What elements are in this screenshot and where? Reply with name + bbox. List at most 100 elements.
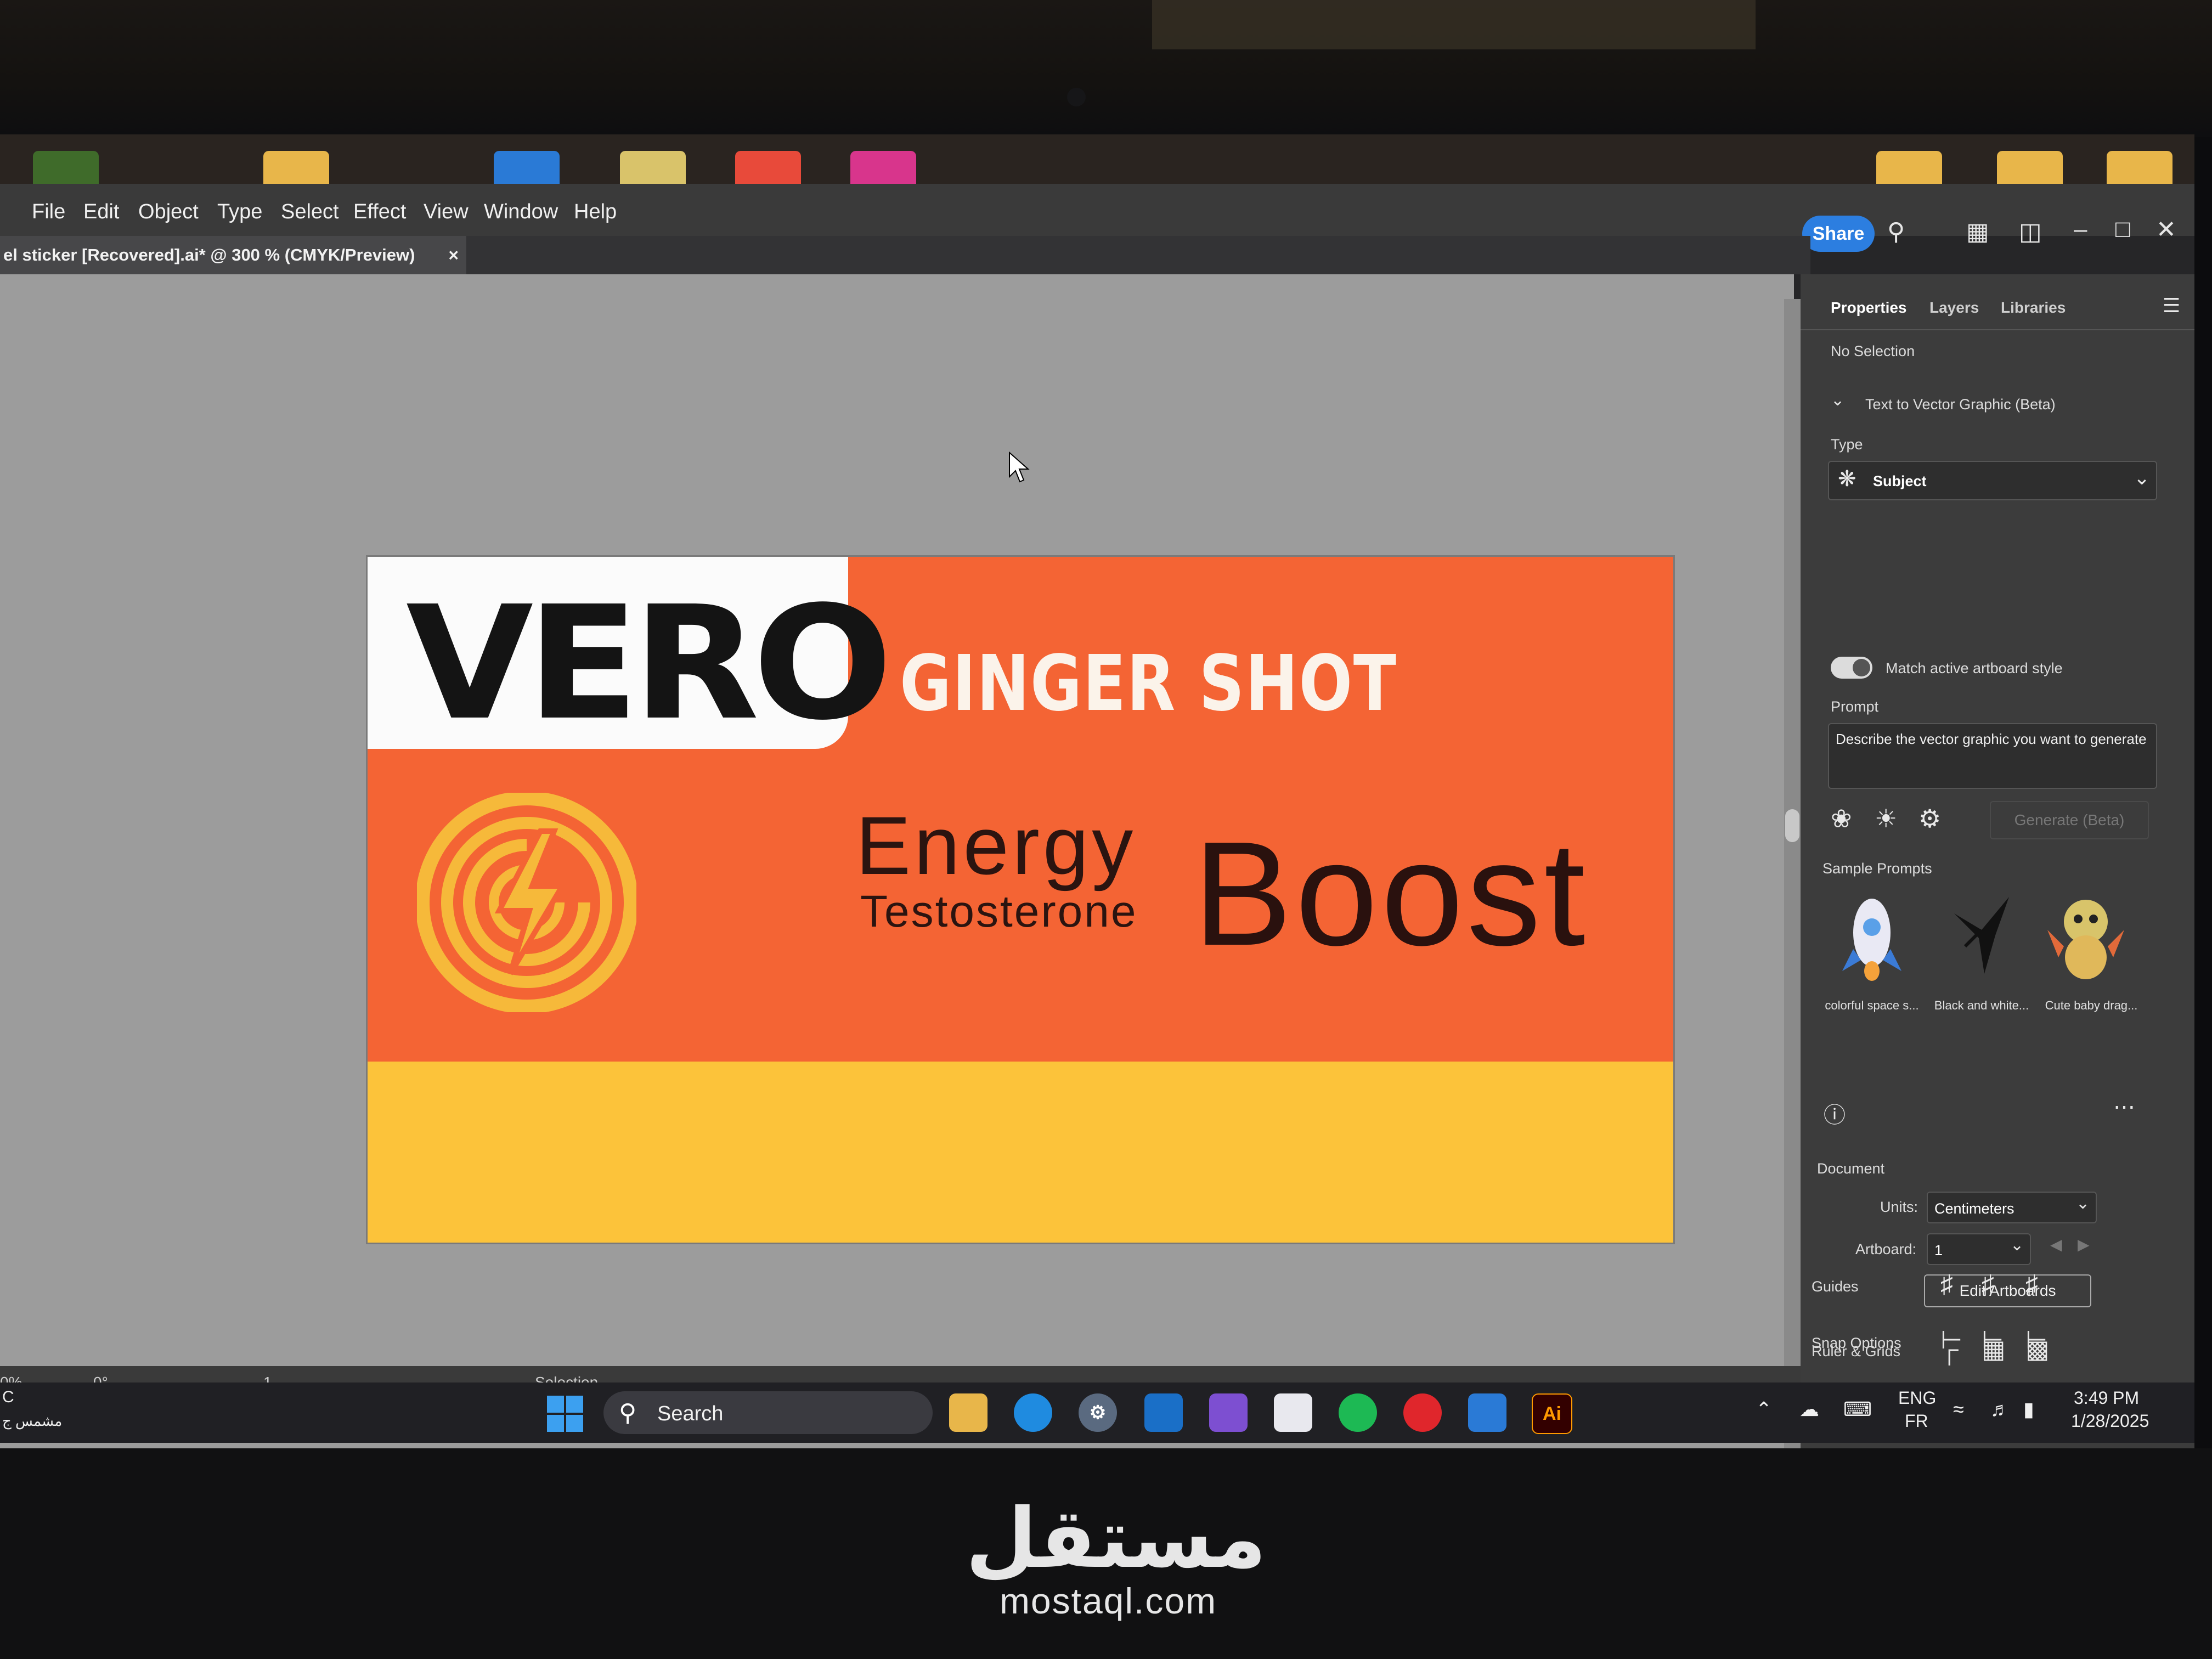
brand-logo: VERO [406, 572, 893, 755]
snap-point-icon[interactable]: ⊢ [1940, 1325, 1962, 1355]
language-top[interactable]: ENG [1898, 1388, 1936, 1408]
scrollbar-thumb[interactable] [1785, 809, 1799, 842]
vscode-icon[interactable] [1468, 1393, 1506, 1432]
search-icon[interactable]: ⚲ [1887, 218, 1905, 246]
chevron-down-icon[interactable]: ⌄ [1831, 391, 1844, 410]
previous-artboard-icon[interactable]: ◀ [2050, 1235, 2062, 1254]
maximize-icon[interactable]: □ [2115, 216, 2130, 243]
snap-pixel-icon[interactable]: ⊢ [2025, 1325, 2047, 1355]
sample-caption[interactable]: Cute baby drag... [2042, 998, 2141, 1013]
clock-date[interactable]: 1/28/2025 [2071, 1411, 2149, 1431]
menu-select[interactable]: Select [281, 200, 339, 224]
weather-text[interactable]: مشمس ج [2, 1413, 62, 1430]
chevron-down-icon: ⌄ [2134, 466, 2151, 489]
bird-sample-icon[interactable] [1943, 891, 2020, 979]
settings-icon[interactable]: ⚙ [1079, 1393, 1117, 1432]
lightning-emblem-icon [417, 793, 636, 1012]
close-tab-icon[interactable]: × [448, 236, 459, 274]
menu-type[interactable]: Type [217, 200, 262, 224]
close-window-icon[interactable]: ✕ [2156, 216, 2176, 244]
tab-libraries[interactable]: Libraries [2001, 299, 2066, 317]
properties-panel: Properties Layers Libraries ☰ No Selecti… [1801, 274, 2194, 1399]
taskbar-search[interactable]: ⚲ Search [603, 1391, 933, 1434]
menu-effect[interactable]: Effect [353, 200, 406, 224]
dragon-sample-icon[interactable] [2047, 891, 2124, 985]
background-wall [1152, 0, 1756, 49]
artboard-select[interactable]: 1 ⌄ [1927, 1233, 2031, 1265]
file-explorer-icon[interactable] [949, 1393, 988, 1432]
wifi-icon[interactable]: ≈ [1953, 1398, 1964, 1421]
share-button[interactable]: Share [1802, 216, 1875, 252]
menu-file[interactable]: File [32, 200, 65, 224]
effects-icon[interactable]: ☀ [1875, 804, 1897, 833]
style-picker-icon[interactable]: ❀ [1831, 804, 1852, 833]
panel-menu-icon[interactable]: ☰ [2163, 294, 2180, 317]
monitor-bezel-top [0, 0, 2212, 137]
prompt-placeholder: Describe the vector graphic you want to … [1836, 731, 2147, 747]
language-bottom[interactable]: FR [1905, 1411, 1928, 1431]
menu-object[interactable]: Object [138, 200, 199, 224]
section-title[interactable]: Text to Vector Graphic (Beta) [1865, 396, 2056, 413]
match-style-label: Match active artboard style [1886, 660, 2063, 676]
generate-button-label: Generate (Beta) [2014, 811, 2125, 828]
windows-start-icon[interactable] [546, 1395, 584, 1433]
sample-caption[interactable]: Black and white... [1932, 998, 2031, 1013]
chevron-down-icon: ⌄ [2010, 1236, 2024, 1254]
info-icon[interactable]: ⓘ [1824, 1097, 1846, 1129]
document-tab[interactable]: el sticker [Recovered].ai* @ 300 % (CMYK… [0, 236, 466, 274]
lock-guides-icon[interactable]: ♯ [1982, 1269, 1994, 1299]
watermark-latin: mostaql.com [999, 1581, 1217, 1621]
units-label: Units: [1880, 1199, 1918, 1215]
product-headline: GINGER SHOT [900, 639, 1397, 729]
tab-layers[interactable]: Layers [1929, 299, 1979, 317]
weather-temp[interactable]: C [2, 1388, 14, 1407]
more-options-icon[interactable]: ⋯ [2113, 1094, 2135, 1120]
vertical-scrollbar[interactable] [1784, 299, 1801, 1451]
onedrive-icon[interactable]: ☁ [1799, 1398, 1819, 1421]
menu-window[interactable]: Window [484, 200, 558, 224]
prompt-label: Prompt [1831, 698, 1879, 715]
tab-properties[interactable]: Properties [1831, 299, 1907, 317]
screen: File Edit Object Type Select Effect View… [0, 134, 2194, 1451]
volume-icon[interactable]: ♬ [1990, 1398, 2010, 1421]
outlook-icon[interactable] [1144, 1393, 1183, 1432]
keyboard-icon[interactable]: ⌨ [1843, 1398, 1872, 1421]
smart-guides-icon[interactable]: ♯ [2025, 1269, 2038, 1299]
store-icon[interactable] [1274, 1393, 1312, 1432]
prompt-input[interactable]: Describe the vector graphic you want to … [1828, 723, 2157, 789]
arrange-documents-icon[interactable]: ◫ [2019, 218, 2042, 246]
workspace-icon[interactable]: ▦ [1966, 218, 1989, 246]
opera-icon[interactable] [1403, 1393, 1442, 1432]
watermark-arabic: مستقل [966, 1491, 1267, 1587]
search-icon: ⚲ [619, 1400, 637, 1426]
snap-grid-icon[interactable]: ⊢ [1982, 1325, 2004, 1355]
clock-time[interactable]: 3:49 PM [2074, 1388, 2139, 1408]
match-style-toggle[interactable] [1831, 657, 1872, 679]
edge-icon[interactable] [1014, 1393, 1052, 1432]
generate-button[interactable]: Generate (Beta) [1990, 801, 2149, 839]
settings-icon[interactable]: ⚙ [1918, 804, 1941, 833]
spotify-icon[interactable] [1339, 1393, 1377, 1432]
minimize-icon[interactable]: – [2074, 216, 2087, 243]
chevron-up-icon[interactable]: ⌃ [1756, 1398, 1772, 1421]
sample-caption[interactable]: colorful space s... [1822, 998, 1921, 1013]
next-artboard-icon[interactable]: ▶ [2078, 1235, 2090, 1254]
type-dropdown[interactable]: ❋ Subject ⌄ [1828, 461, 2157, 500]
artboard-value: 1 [1934, 1242, 1943, 1259]
battery-icon[interactable]: ▮ [2023, 1398, 2034, 1421]
search-label: Search [657, 1402, 724, 1425]
menu-help[interactable]: Help [574, 200, 617, 224]
copilot-icon[interactable] [1209, 1393, 1248, 1432]
units-dropdown[interactable]: Centimeters ⌄ [1927, 1192, 2097, 1223]
illustrator-icon[interactable]: Ai [1532, 1393, 1572, 1434]
artboard[interactable]: VERO GINGER SHOT Energy Testosterone Boo… [368, 557, 1673, 1243]
menu-view[interactable]: View [424, 200, 469, 224]
webcam [1067, 88, 1086, 106]
selection-status: No Selection [1831, 343, 1915, 359]
boost-text: Boost [1193, 811, 1589, 977]
rocket-sample-icon[interactable] [1839, 894, 1905, 982]
menu-edit[interactable]: Edit [83, 200, 119, 224]
guides-icon[interactable]: ♯ [1940, 1269, 1953, 1299]
chevron-down-icon: ⌄ [2076, 1194, 2090, 1212]
units-value: Centimeters [1934, 1200, 2015, 1217]
